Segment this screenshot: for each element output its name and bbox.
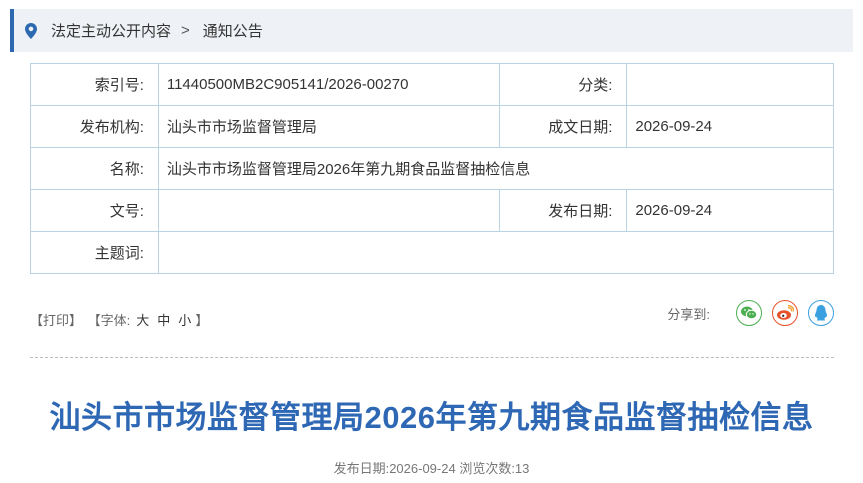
share-bar: 分享到: <box>667 300 834 326</box>
weibo-icon <box>777 305 794 320</box>
written-date-label: 成文日期: <box>498 105 628 148</box>
keywords-label: 主题词: <box>30 231 159 274</box>
font-size-bracket: 】 <box>195 313 209 328</box>
weibo-share-button[interactable] <box>772 300 798 326</box>
publisher-value: 汕头市市场监督管理局 <box>157 105 500 148</box>
font-large-button[interactable]: 大 <box>136 313 149 328</box>
category-label: 分类: <box>498 63 628 106</box>
document-metadata-table: 索引号: 11440500MB2C905141/2026-00270 分类: 发… <box>30 63 835 274</box>
table-row: 文号: 发布日期: 2026-09-24 <box>30 189 834 232</box>
location-pin-icon <box>24 22 38 39</box>
document-number-value <box>157 189 500 232</box>
qq-icon <box>815 305 827 321</box>
qq-share-button[interactable] <box>808 300 834 326</box>
breadcrumb-link-public-content[interactable]: 法定主动公开内容 <box>51 20 171 41</box>
keywords-value <box>157 231 835 274</box>
table-row: 名称: 汕头市市场监督管理局2026年第九期食品监督抽检信息 <box>30 147 835 190</box>
share-label: 分享到: <box>667 306 710 322</box>
content-divider <box>30 357 834 358</box>
table-row: 发布机构: 汕头市市场监督管理局 成文日期: 2026-09-24 <box>30 105 834 148</box>
written-date-value: 2026-09-24 <box>626 105 834 148</box>
wechat-icon <box>741 306 758 320</box>
table-row: 索引号: 11440500MB2C905141/2026-00270 分类: <box>30 63 834 106</box>
index-number-label: 索引号: <box>30 63 159 106</box>
document-number-label: 文号: <box>30 189 159 232</box>
publish-date-value: 2026-09-24 <box>626 189 834 232</box>
breadcrumb-separator: > <box>181 22 190 39</box>
print-button[interactable]: 【打印】 <box>30 313 82 328</box>
publisher-label: 发布机构: <box>30 105 159 148</box>
font-medium-button[interactable]: 中 <box>157 313 170 328</box>
breadcrumb: 法定主动公开内容 > 通知公告 <box>10 9 853 52</box>
article-publish-info: 发布日期:2026-09-24 浏览次数:13 <box>333 461 530 476</box>
name-label: 名称: <box>30 147 159 190</box>
wechat-share-button[interactable] <box>736 300 762 326</box>
font-small-button[interactable]: 小 <box>178 313 191 328</box>
article-title: 汕头市市场监督管理局2026年第九期食品监督抽检信息 <box>49 400 814 435</box>
breadcrumb-link-notices[interactable]: 通知公告 <box>203 20 263 41</box>
name-value: 汕头市市场监督管理局2026年第九期食品监督抽检信息 <box>157 147 835 190</box>
category-value <box>626 63 834 106</box>
font-size-label: 【字体: <box>87 313 131 328</box>
print-font-controls: 【打印】 【字体: 大中小】 <box>30 310 210 329</box>
index-number-value: 11440500MB2C905141/2026-00270 <box>157 63 500 106</box>
article-toolbar: 【打印】 【字体: 大中小】 分享到: <box>30 300 834 336</box>
table-row: 主题词: <box>30 231 835 274</box>
publish-date-label: 发布日期: <box>498 189 628 232</box>
